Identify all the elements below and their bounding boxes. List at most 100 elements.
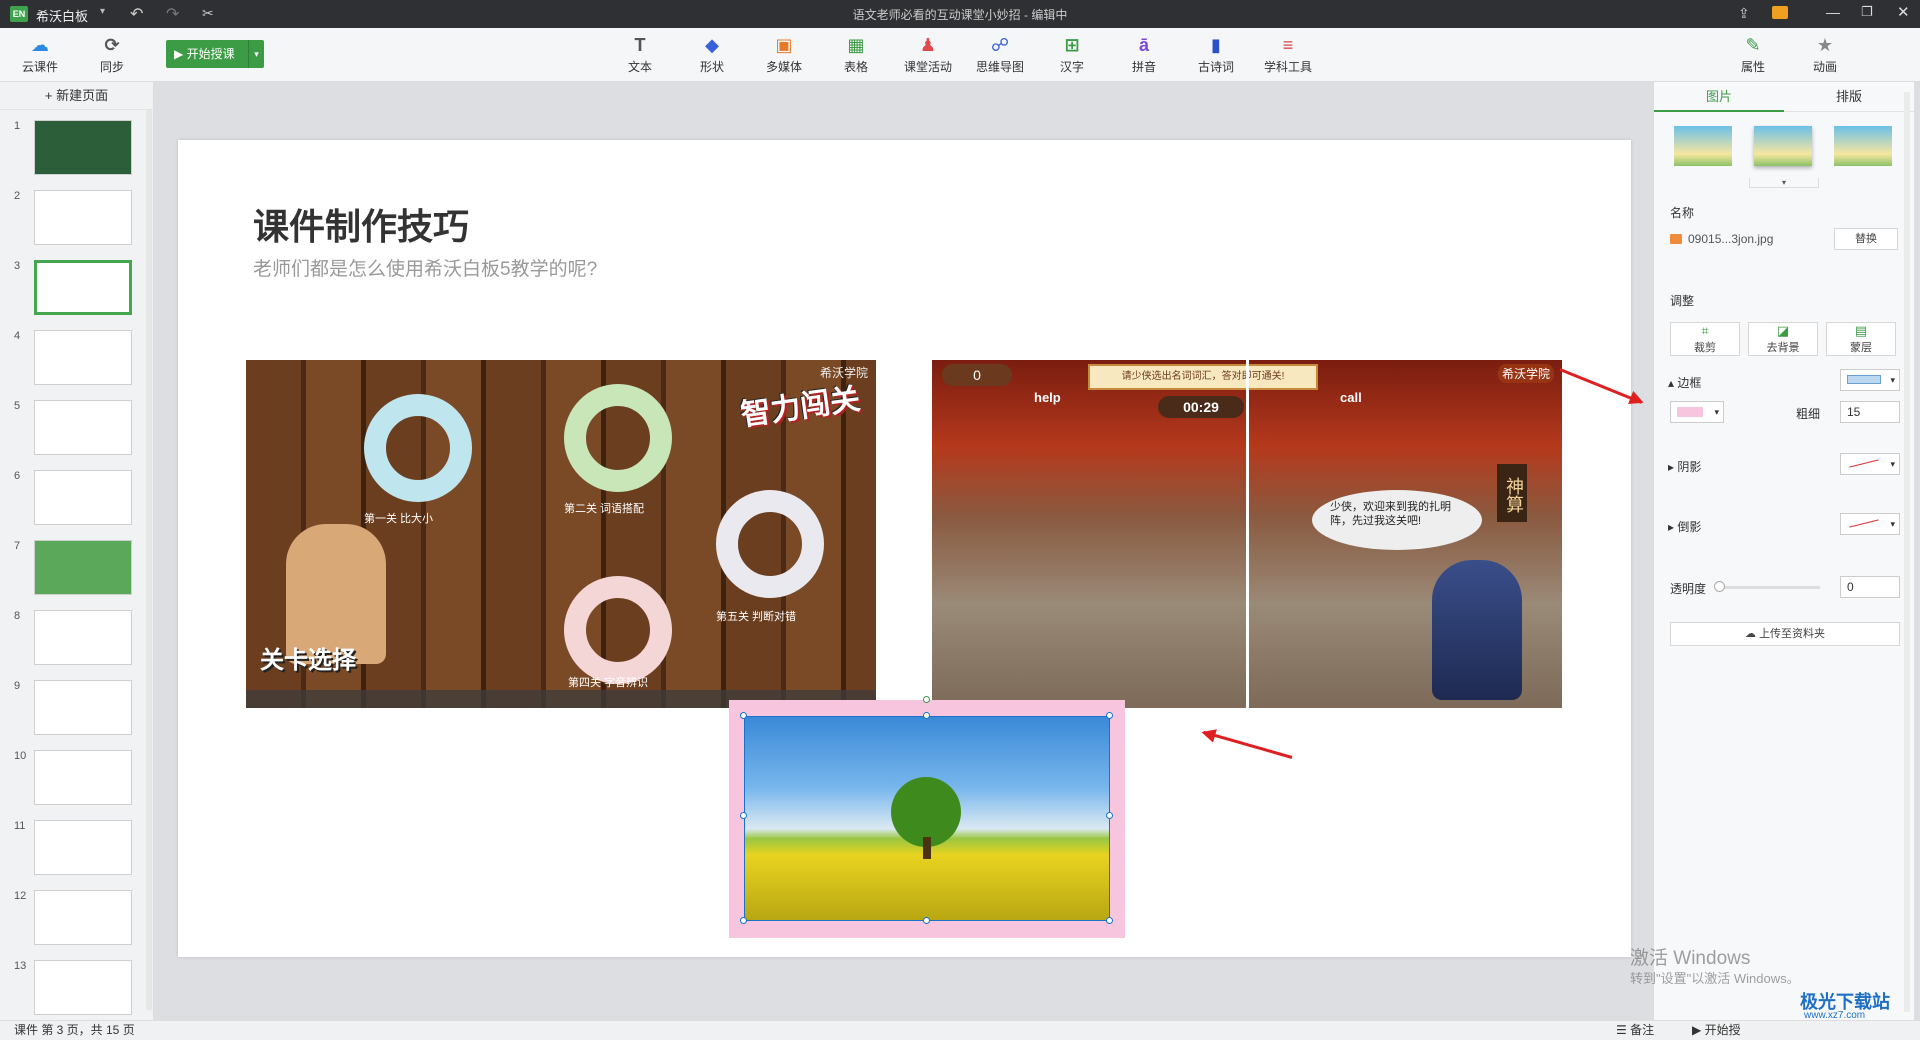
page-title[interactable]: 课件制作技巧 (253, 198, 469, 250)
opacity-slider-thumb[interactable] (1714, 581, 1725, 592)
resize-handle[interactable] (740, 812, 747, 819)
page-thumbnail-preview[interactable] (34, 190, 132, 245)
page-thumbnail-preview[interactable] (34, 820, 132, 875)
mail-icon[interactable] (1772, 6, 1788, 19)
page-thumbnail[interactable]: 2 (0, 190, 154, 250)
page-thumbnail-preview[interactable] (34, 610, 132, 665)
document-title[interactable]: 语文老师必看的互动课堂小妙招 - 编辑中 (0, 6, 1920, 23)
resize-handle[interactable] (923, 712, 930, 719)
page-thumbnail-preview[interactable] (34, 750, 132, 805)
page-thumbnail[interactable]: 12 (0, 890, 154, 950)
share-icon[interactable]: ⇪ (1738, 5, 1750, 22)
replace-button[interactable]: 替换 (1834, 228, 1898, 250)
page-thumbnail[interactable]: 6 (0, 470, 154, 530)
page-thumbnail[interactable]: 8 (0, 610, 154, 670)
page-thumbnail[interactable]: 5 (0, 400, 154, 460)
page-thumbnail-preview[interactable] (34, 680, 132, 735)
image-style-preset[interactable] (1674, 126, 1732, 166)
close-icon[interactable]: ✕ (1897, 3, 1910, 21)
page-number: 11 (14, 820, 26, 832)
thumbnail-scrollbar[interactable] (146, 110, 152, 1010)
page-thumbnail-preview[interactable] (34, 470, 132, 525)
selected-landscape-image[interactable] (744, 716, 1110, 921)
page-thumbnail-preview[interactable] (34, 120, 132, 175)
resize-handle[interactable] (1106, 712, 1113, 719)
mask-icon: ▤ (1854, 323, 1868, 338)
ancient-poetry-tool-button[interactable]: ▮ 古诗词 (1186, 32, 1246, 78)
speech-bubble: 少侠，欢迎来到我的扎明阵，先过我这关吧! (1312, 490, 1482, 550)
expand-icon: ▴ (1668, 376, 1675, 390)
page-thumbnail[interactable]: 9 (0, 680, 154, 740)
border-color-select[interactable]: ▾ (1670, 401, 1724, 423)
mind-map-tool-button[interactable]: ☍ 思维导图 (970, 32, 1030, 78)
page-thumbnail-preview[interactable] (34, 540, 132, 595)
mask-button[interactable]: ▤ 蒙层 (1826, 322, 1896, 356)
subject-tools-label: 学科工具 (1263, 60, 1312, 74)
page-thumbnail[interactable]: 13 (0, 960, 154, 1020)
rotate-handle[interactable] (923, 696, 930, 703)
level-select-image[interactable]: 希沃学院 智力闯关 第一关 比大小 第二关 词语搭配 第五关 判断对错 第四关 … (246, 360, 876, 708)
level-ring-label: 第一关 比大小 (364, 513, 434, 525)
border-section-toggle[interactable]: ▴ 边框 (1668, 374, 1701, 391)
shadow-select[interactable]: ▾ (1840, 453, 1900, 475)
thickness-input[interactable]: 15 (1840, 401, 1900, 423)
start-teaching-status-button[interactable]: ▶ 开始授 (1692, 1021, 1741, 1040)
page-thumbnail[interactable]: 10 (0, 750, 154, 810)
page-thumbnail[interactable]: 1 (0, 120, 154, 180)
reflection-section-toggle[interactable]: ▸ 倒影 (1668, 518, 1701, 535)
resize-handle[interactable] (1106, 917, 1113, 924)
page-thumbnail-preview[interactable] (34, 890, 132, 945)
panel-scrollbar[interactable] (1904, 92, 1910, 1012)
image-style-preset[interactable] (1834, 126, 1892, 166)
image-style-preset[interactable] (1754, 126, 1812, 166)
classroom-activity-tool-button[interactable]: ♟ 课堂活动 (898, 32, 958, 78)
pinyin-tool-button[interactable]: ā 拼音 (1114, 32, 1174, 78)
page-thumbnail[interactable]: 3 (0, 260, 154, 320)
subject-tools-tool-button[interactable]: ≡ 学科工具 (1258, 32, 1318, 78)
minimize-icon[interactable]: — (1826, 4, 1840, 20)
page-subtitle[interactable]: 老师们都是怎么使用希沃白板5教学的呢? (253, 254, 597, 281)
new-page-button[interactable]: + 新建页面 (0, 82, 153, 110)
media-tool-button[interactable]: ▣ 多媒体 (754, 32, 814, 78)
resize-handle[interactable] (740, 712, 747, 719)
notes-button[interactable]: ☰ 备注 (1616, 1021, 1654, 1040)
page-number: 8 (14, 610, 21, 622)
opacity-input[interactable]: 0 (1840, 576, 1900, 598)
properties-tab[interactable]: ✎ 属性 (1723, 32, 1783, 78)
tab-layout[interactable]: 排版 (1784, 82, 1914, 112)
quiz-game-image[interactable]: 0 请少侠选出名词词汇，答对即可通关! 00:29 help call 希沃学院… (932, 360, 1562, 708)
crop-button[interactable]: ⌗ 裁剪 (1670, 322, 1740, 356)
chinese-character-tool-button[interactable]: ⊞ 汉字 (1042, 32, 1102, 78)
resize-handle[interactable] (1106, 812, 1113, 819)
border-style-select[interactable]: ▾ (1840, 369, 1900, 391)
restore-icon[interactable]: ❐ (1861, 4, 1873, 20)
page-thumbnail[interactable]: 11 (0, 820, 154, 880)
page-thumbnail-preview[interactable] (34, 330, 132, 385)
tab-image[interactable]: 图片 (1654, 82, 1784, 112)
opacity-slider[interactable] (1718, 586, 1820, 589)
shape-tool-button[interactable]: ◆ 形状 (682, 32, 742, 78)
start-dropdown-icon[interactable]: ▾ (248, 40, 264, 68)
start-teaching-button[interactable]: ▶ 开始授课 ▾ (166, 40, 264, 68)
level-ring (364, 394, 472, 502)
media-icon: ▣ (775, 35, 793, 55)
chevron-down-icon[interactable]: ▾ (1749, 178, 1819, 188)
file-name: 09015...3jon.jpg (1688, 232, 1774, 246)
cloud-courseware-button[interactable]: ☁ 云课件 (10, 32, 70, 78)
remove-background-button[interactable]: ◪ 去背景 (1748, 322, 1818, 356)
page-thumbnail-preview[interactable] (34, 260, 132, 315)
text-tool-button[interactable]: T 文本 (610, 32, 670, 78)
animation-tab[interactable]: ★ 动画 (1795, 32, 1855, 78)
resize-handle[interactable] (740, 917, 747, 924)
upload-to-folder-button[interactable]: ☁ 上传至资料夹 (1670, 622, 1900, 646)
page-number: 10 (14, 750, 27, 762)
reflection-select[interactable]: ▾ (1840, 513, 1900, 535)
shadow-section-toggle[interactable]: ▸ 阴影 (1668, 458, 1701, 475)
page-thumbnail[interactable]: 7 (0, 540, 154, 600)
resize-handle[interactable] (923, 917, 930, 924)
page-thumbnail-preview[interactable] (34, 960, 132, 1015)
table-tool-button[interactable]: ▦ 表格 (826, 32, 886, 78)
sync-button[interactable]: ⟳ 同步 (82, 32, 142, 78)
page-thumbnail[interactable]: 4 (0, 330, 154, 390)
page-thumbnail-preview[interactable] (34, 400, 132, 455)
